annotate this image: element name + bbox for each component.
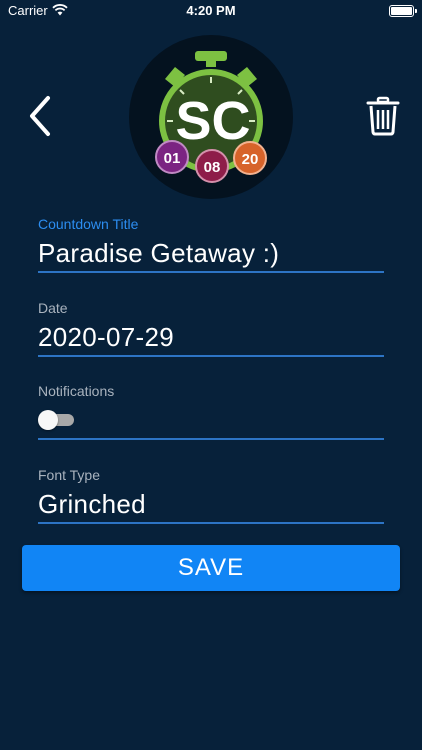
countdown-title-underline bbox=[38, 271, 384, 273]
save-button[interactable]: SAVE bbox=[22, 545, 400, 591]
countdown-title-input[interactable]: Paradise Getaway :) bbox=[38, 238, 384, 269]
battery-icon bbox=[389, 5, 417, 17]
chevron-left-icon bbox=[30, 96, 50, 136]
date-field[interactable]: Date 2020-07-29 bbox=[38, 300, 384, 357]
trash-icon bbox=[366, 96, 400, 136]
logo-badge-hour: 08 bbox=[204, 159, 221, 176]
back-button[interactable] bbox=[24, 92, 60, 140]
countdown-title-label: Countdown Title bbox=[38, 216, 139, 232]
notifications-label: Notifications bbox=[38, 383, 115, 399]
logo-badge-day: 01 bbox=[164, 150, 181, 167]
font-type-label: Font Type bbox=[38, 467, 101, 483]
date-input[interactable]: 2020-07-29 bbox=[38, 322, 384, 353]
date-label: Date bbox=[38, 300, 68, 316]
font-type-underline bbox=[38, 522, 384, 524]
notifications-field: Notifications bbox=[38, 383, 384, 440]
font-type-input[interactable]: Grinched bbox=[38, 489, 384, 520]
logo-monogram: SC bbox=[175, 91, 250, 151]
font-type-field[interactable]: Font Type Grinched bbox=[38, 467, 384, 524]
delete-button[interactable] bbox=[366, 96, 400, 136]
notifications-toggle[interactable] bbox=[38, 409, 76, 431]
countdown-title-field[interactable]: Countdown Title Paradise Getaway :) bbox=[38, 216, 384, 273]
clock-time: 4:20 PM bbox=[186, 3, 236, 18]
date-underline bbox=[38, 355, 384, 357]
toggle-knob bbox=[38, 410, 58, 430]
status-bar: Carrier 4:20 PM bbox=[0, 0, 422, 24]
notifications-underline bbox=[38, 438, 384, 440]
countdown-logo: SC 01 08 20 bbox=[129, 35, 293, 199]
logo-badge-minute: 20 bbox=[242, 151, 259, 168]
